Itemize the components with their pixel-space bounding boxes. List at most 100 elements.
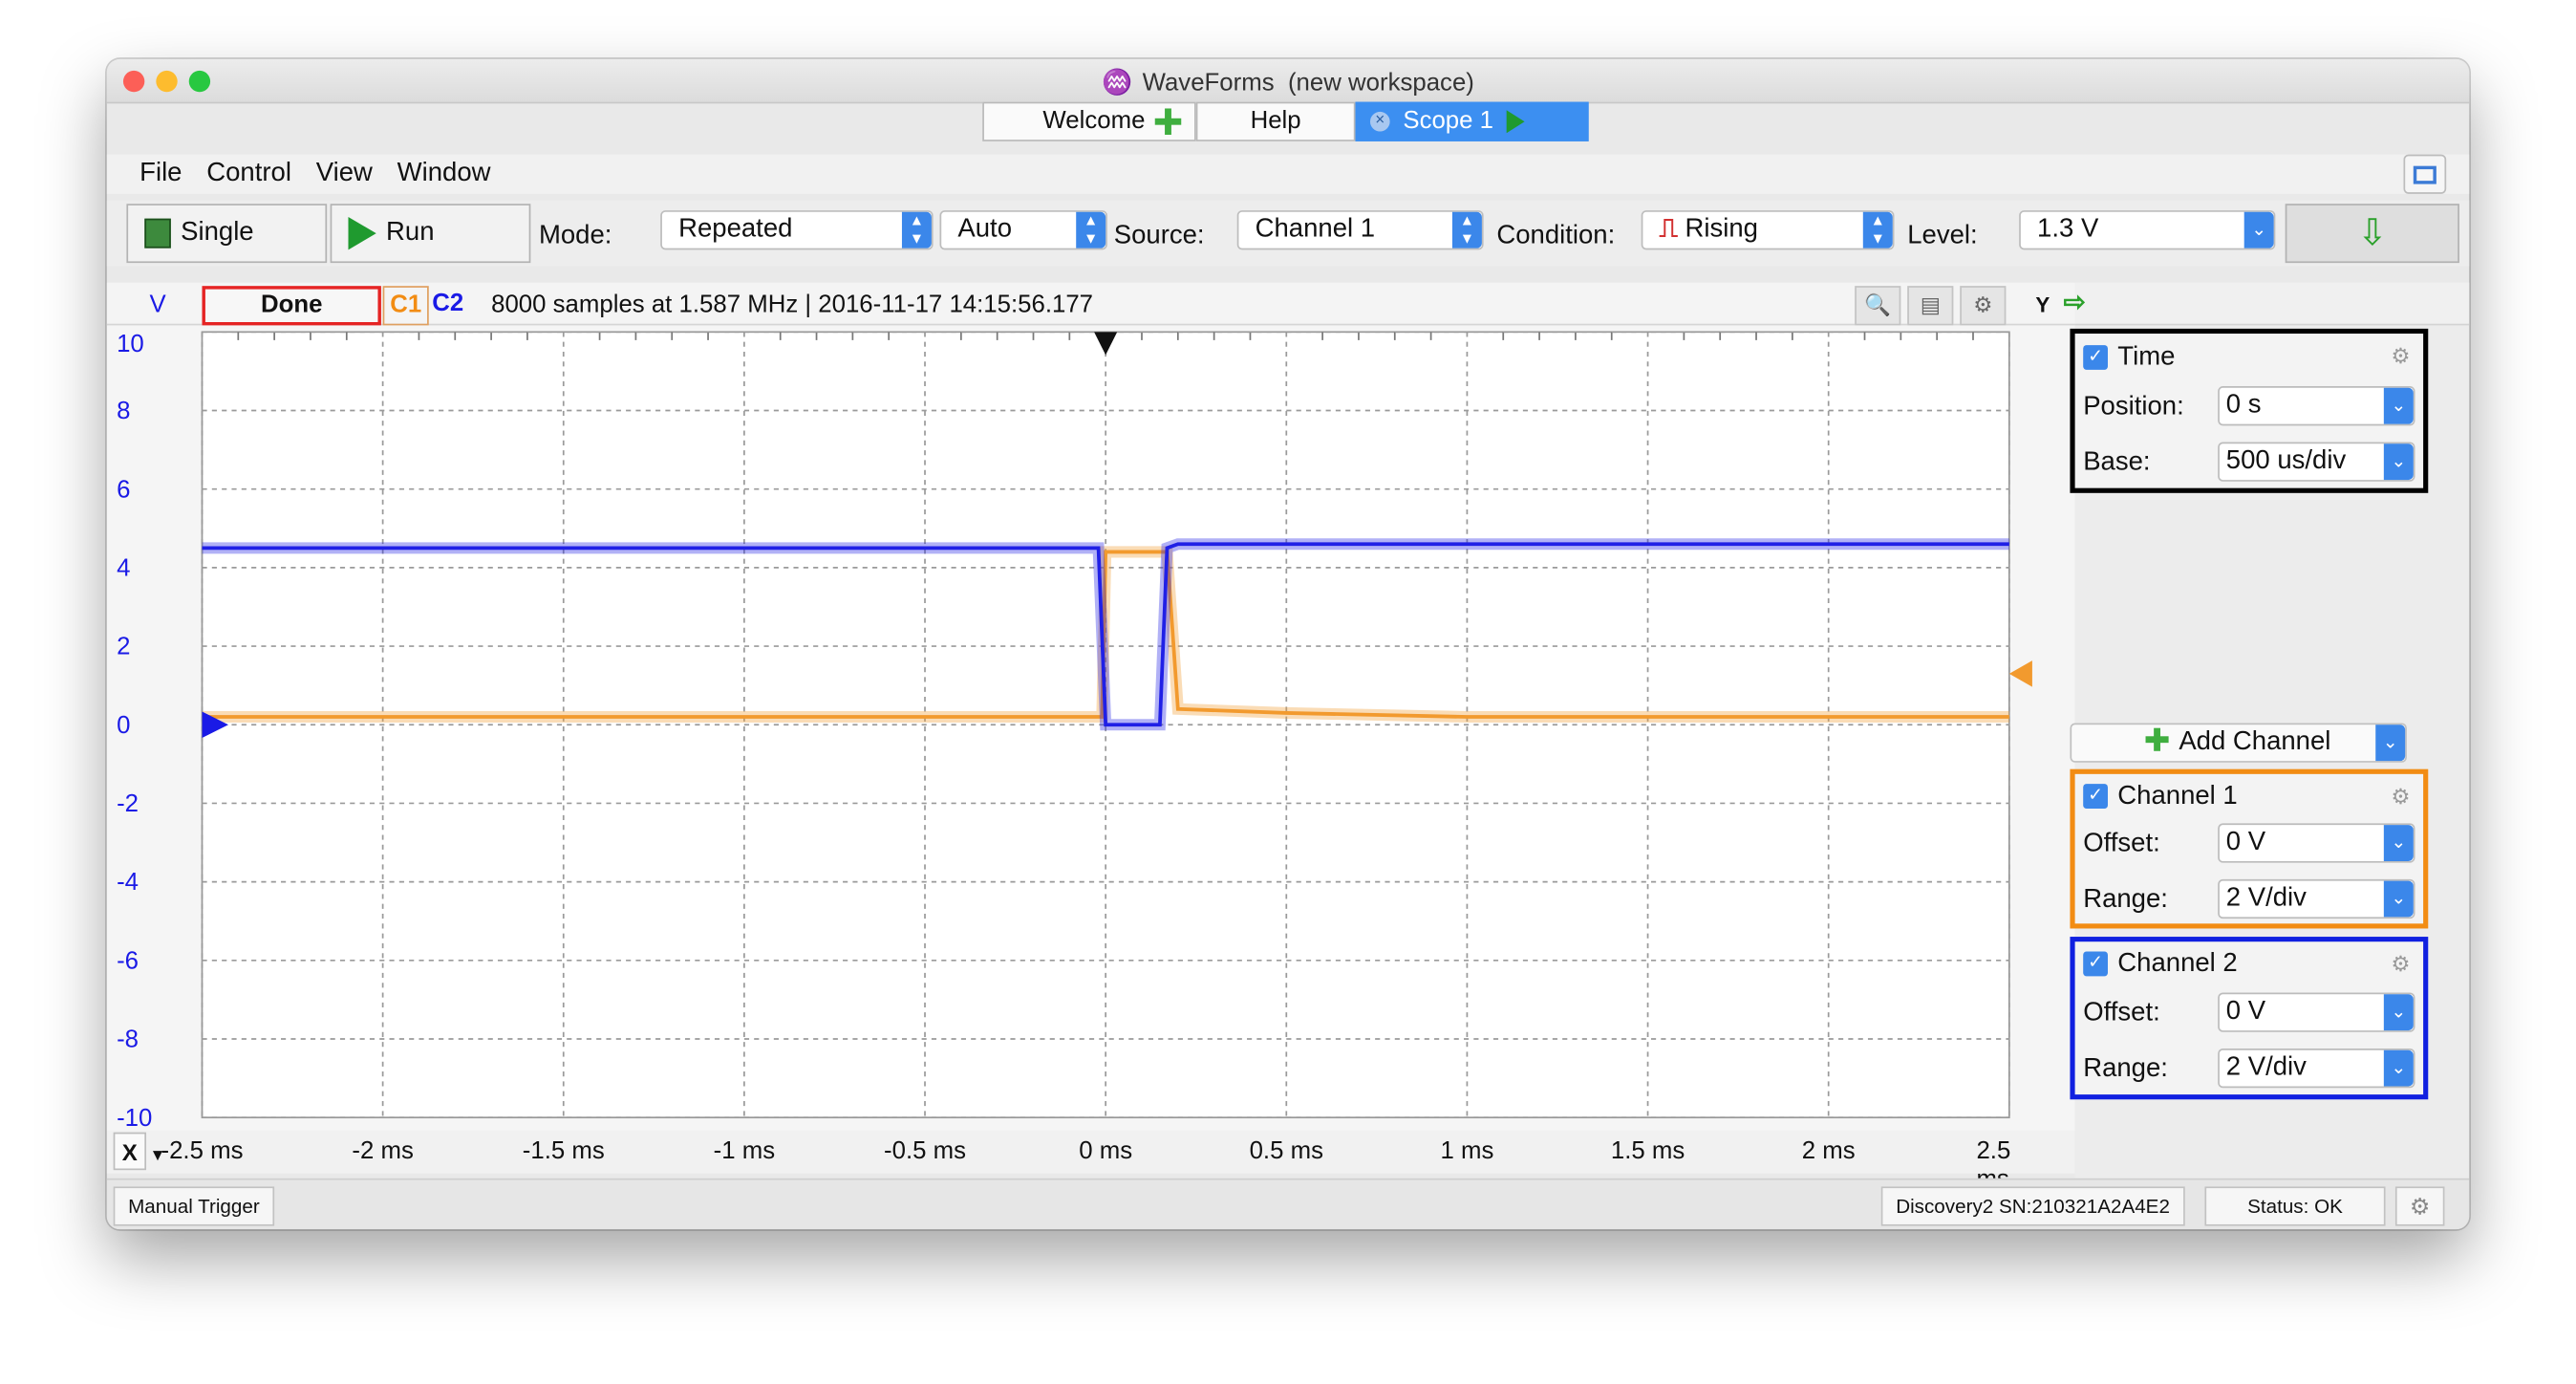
plus-icon[interactable] <box>1154 108 1182 135</box>
restore-view-button[interactable] <box>2403 154 2447 194</box>
chevron-down-icon: ⌄ <box>2383 387 2414 424</box>
device-info[interactable]: Discovery2 SN:210321A2A4E2 <box>1880 1186 2185 1226</box>
workspace-name: (new workspace) <box>1287 69 1474 97</box>
ch1-range-label: Range: <box>2083 885 2168 914</box>
gear-icon: ⚙ <box>2409 1193 2431 1220</box>
channel-1-header[interactable]: ✓ Channel 1 <box>2083 782 2238 811</box>
level-label: Level: <box>1907 222 1978 250</box>
base-field[interactable]: 500 us/div ⌄ <box>2218 442 2415 482</box>
ch1-range-field[interactable]: 2 V/div ⌄ <box>2218 878 2415 919</box>
base-label: Base: <box>2083 448 2151 477</box>
x-tick-label: -2.5 ms <box>161 1136 244 1166</box>
magnifier-icon: 🔍 <box>1864 292 1892 317</box>
rising-edge-icon: ⎍ <box>1659 215 1678 244</box>
condition-label: Condition: <box>1496 222 1616 250</box>
toolbar: Single Run Mode: Repeated ▲ ▼ Auto ▲ ▼ Sou… <box>106 200 2470 267</box>
right-panel-header: ⇨ <box>2064 282 2470 326</box>
x-axis-button[interactable]: X <box>113 1132 147 1171</box>
channel-1-section: ✓ Channel 1 ⚙ Offset: 0 V ⌄ Range: 2 V/div… <box>2070 768 2429 929</box>
y-axis-button[interactable]: Y <box>2035 292 2050 317</box>
chevron-down-icon: ⌄ <box>2375 724 2406 762</box>
ch2-offset-field[interactable]: 0 V ⌄ <box>2218 992 2415 1032</box>
auto-select[interactable]: Auto ▲ ▼ <box>939 210 1107 250</box>
channel-2-header[interactable]: ✓ Channel 2 <box>2083 950 2238 980</box>
ch1-offset-field[interactable]: 0 V ⌄ <box>2218 823 2415 863</box>
source-value: Channel 1 <box>1255 215 1376 244</box>
menu-file[interactable]: File <box>140 155 182 194</box>
app-window: ♒ WaveForms (new workspace) Welcome Help … <box>106 58 2470 1230</box>
acquisition-status: Done <box>202 286 381 326</box>
mode-value: Repeated <box>678 215 793 244</box>
plot-settings-button[interactable]: ⚙ <box>1960 286 2007 326</box>
y-tick-label: 8 <box>117 398 130 424</box>
play-icon[interactable] <box>1506 110 1525 134</box>
plot-area[interactable]: 10 8 6 4 2 0 -2 -4 -6 -8 -10 <box>106 325 2075 1131</box>
status-bar: Manual Trigger Discovery2 SN:210321A2A4E… <box>106 1178 2470 1230</box>
gear-icon[interactable]: ⚙ <box>2391 343 2410 370</box>
down-arrow-icon: ⇩ <box>2356 211 2388 253</box>
settings-button[interactable]: ⚙ <box>2394 1186 2445 1226</box>
y-tick-label: 6 <box>117 476 130 503</box>
level-select[interactable]: 1.3 V ⌄ <box>2019 210 2276 250</box>
checkbox-checked-icon[interactable]: ✓ <box>2083 784 2108 810</box>
time-title: Time <box>2117 343 2176 372</box>
mode-select[interactable]: Repeated ▲ ▼ <box>660 210 934 250</box>
condition-select[interactable]: ⎍ Rising ▲ ▼ <box>1641 210 1895 250</box>
x-tick-label: -2 ms <box>352 1136 414 1166</box>
y-tick-label: -8 <box>117 1027 139 1053</box>
tab-help[interactable]: Help <box>1195 101 1356 141</box>
channel-1-tag[interactable]: C1 <box>382 286 429 326</box>
source-select[interactable]: Channel 1 ▲ ▼ <box>1236 210 1484 250</box>
y-tick-label: -2 <box>117 790 139 817</box>
x-tick-label: 1.5 ms <box>1610 1136 1685 1166</box>
menu-window[interactable]: Window <box>397 155 491 194</box>
right-arrow-icon[interactable]: ⇨ <box>2064 286 2086 318</box>
chevron-down-icon: ⌄ <box>2383 443 2414 481</box>
mode-label: Mode: <box>538 222 612 250</box>
tab-help-label: Help <box>1250 106 1301 135</box>
x-tick-label: -0.5 ms <box>884 1136 967 1166</box>
oscilloscope-plot[interactable]: 10 8 6 4 2 0 -2 -4 -6 -8 -10 <box>107 325 2075 1131</box>
menu-control[interactable]: Control <box>206 155 291 194</box>
x-tick-label: 0.5 ms <box>1249 1136 1323 1166</box>
add-channel-button[interactable]: Add Channel ⌄ <box>2070 723 2407 763</box>
base-value: 500 us/div <box>2225 446 2347 475</box>
tab-scope-label: Scope 1 <box>1403 106 1494 135</box>
position-field[interactable]: 0 s ⌄ <box>2218 386 2415 426</box>
y-unit-label: V <box>149 291 166 319</box>
run-button[interactable]: Run <box>330 204 531 264</box>
ruler-icon: ▤ <box>1920 292 1941 317</box>
x-tick-label: 2 ms <box>1801 1136 1856 1166</box>
level-value: 1.3 V <box>2037 215 2099 244</box>
gear-icon: ⚙ <box>1973 292 1993 317</box>
close-tab-icon[interactable]: × <box>1369 111 1390 132</box>
channel-2-tag[interactable]: C2 <box>432 290 463 317</box>
tab-scope-1[interactable]: × Scope 1 <box>1355 101 1589 141</box>
zoom-button[interactable]: 🔍 <box>1855 286 1901 326</box>
manual-trigger-button[interactable]: Manual Trigger <box>113 1186 275 1226</box>
right-panel: ⇨ ✓ Time ⚙ Position: 0 s ⌄ Base: 500 us/di… <box>2064 282 2470 1179</box>
checkbox-checked-icon[interactable]: ✓ <box>2083 345 2108 371</box>
single-button[interactable]: Single <box>126 204 328 264</box>
chevron-down-icon: ⌄ <box>2383 880 2414 918</box>
y-tick-label: -10 <box>117 1105 152 1131</box>
app-name: WaveForms <box>1142 69 1275 97</box>
checkbox-checked-icon[interactable]: ✓ <box>2083 951 2108 977</box>
ch2-range-field[interactable]: 2 V/div ⌄ <box>2218 1048 2415 1089</box>
tab-welcome-label: Welcome <box>1042 106 1146 135</box>
measure-button[interactable]: ▤ <box>1907 286 1954 326</box>
run-label: Run <box>386 218 435 247</box>
waveforms-logo-icon: ♒ <box>1102 69 1133 97</box>
gear-icon[interactable]: ⚙ <box>2391 952 2410 979</box>
tab-welcome[interactable]: Welcome <box>982 101 1196 141</box>
ch2-range-value: 2 V/div <box>2225 1053 2307 1082</box>
gear-icon[interactable]: ⚙ <box>2391 784 2410 811</box>
menu-view[interactable]: View <box>316 155 373 194</box>
ch1-range-value: 2 V/div <box>2225 884 2307 913</box>
apply-level-button[interactable]: ⇩ <box>2285 204 2459 264</box>
time-header[interactable]: ✓ Time <box>2083 343 2175 373</box>
single-label: Single <box>181 218 254 247</box>
single-shot-icon <box>144 218 171 249</box>
chevron-down-icon: ⌄ <box>2383 825 2414 861</box>
updown-arrow-icon: ▲ ▼ <box>1862 211 1893 249</box>
